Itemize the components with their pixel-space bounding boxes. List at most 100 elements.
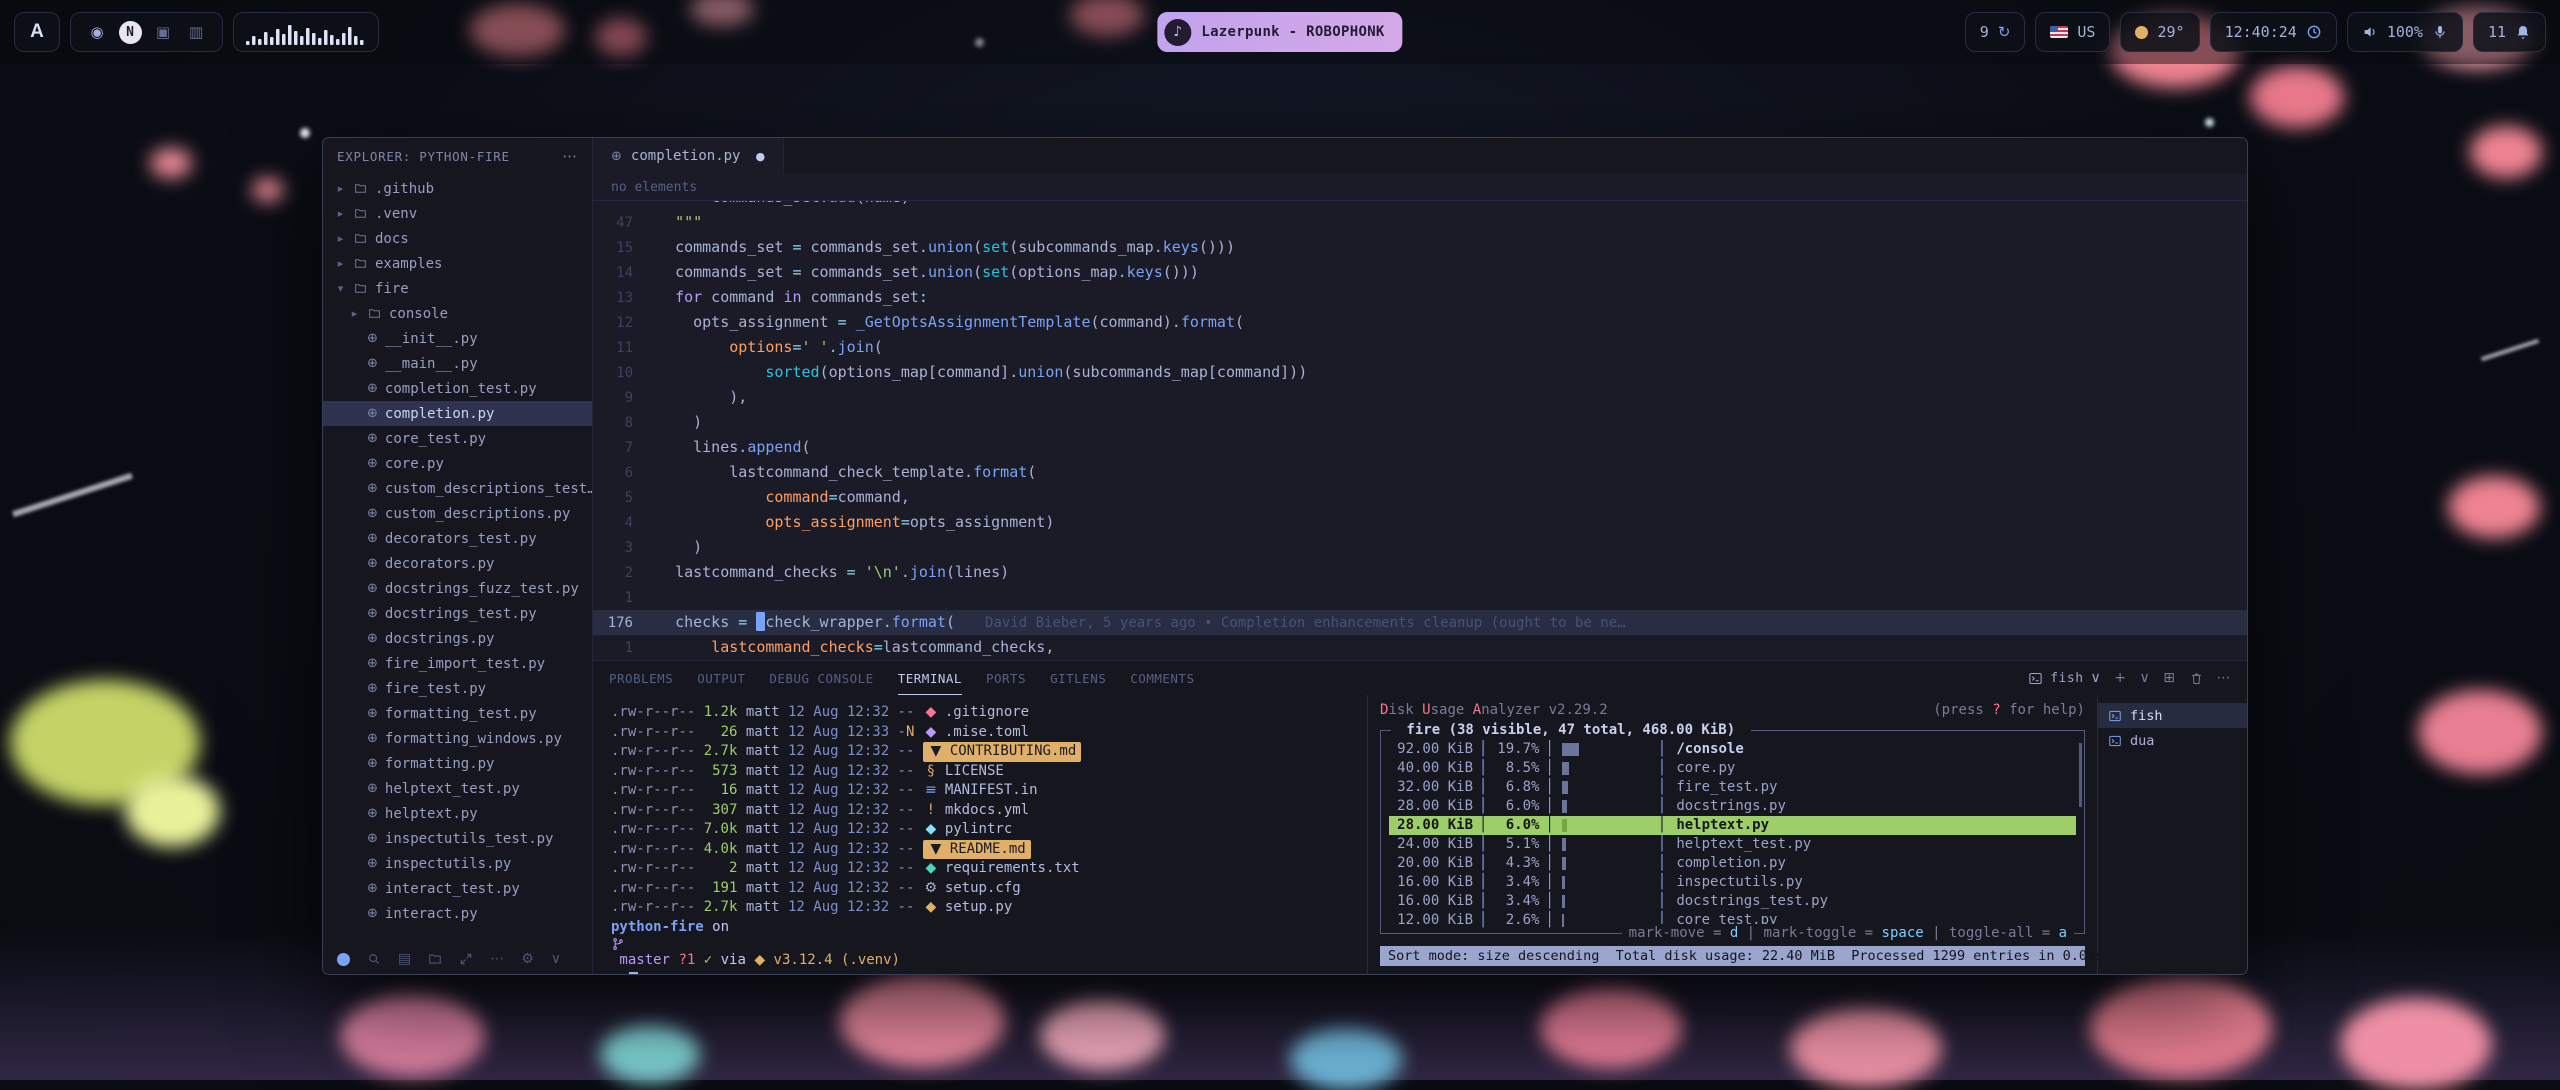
code-line[interactable]: 2 lastcommand_checks = '\n'.join(lines): [593, 560, 2247, 585]
tree-item-interact.py[interactable]: ⊕interact.py: [323, 901, 592, 926]
keyboard-layout-module[interactable]: US: [2035, 12, 2110, 52]
dua-entry-row[interactable]: 40.00 KiB│8.5%││core.py: [1389, 759, 2076, 778]
code-line[interactable]: 10 sorted(options_map[command].union(sub…: [593, 360, 2247, 385]
trash-icon[interactable]: [2189, 671, 2204, 686]
panel-tab-gitlens[interactable]: GITLENS: [1050, 661, 1106, 695]
workspace-3[interactable]: ▣: [151, 23, 175, 41]
tree-item-interact_test.py[interactable]: ⊕interact_test.py: [323, 876, 592, 901]
tree-item-custom_descriptions_test[interactable]: ⊕custom_descriptions_test…: [323, 476, 592, 501]
dua-panel[interactable]: Disk Usage Analyzer v2.29.2(press ? for …: [1367, 695, 2097, 974]
tree-item-examples[interactable]: ▸examples: [323, 251, 592, 276]
shell-prompt-line[interactable]: ›: [611, 971, 1367, 976]
tree-item-docs[interactable]: ▸docs: [323, 226, 592, 251]
code-line[interactable]: 1 lastcommand_checks=lastcommand_checks,: [593, 635, 2247, 660]
tree-item-inspectutils_test.py[interactable]: ⊕inspectutils_test.py: [323, 826, 592, 851]
dua-entry-row[interactable]: 92.00 KiB│19.7%││/console: [1389, 740, 2076, 759]
tree-item-decorators_test.py[interactable]: ⊕decorators_test.py: [323, 526, 592, 551]
dua-entry-row[interactable]: 16.00 KiB│3.4%││docstrings_test.py: [1389, 892, 2076, 911]
code-line[interactable]: 1: [593, 585, 2247, 610]
code-line[interactable]: 176 checks = check_wrapper.format(David …: [593, 610, 2247, 635]
tree-item-core.py[interactable]: ⊕core.py: [323, 451, 592, 476]
updates-module[interactable]: 9↻: [1965, 12, 2026, 52]
terminal-list-item-dua[interactable]: dua: [2098, 728, 2247, 753]
tree-item-docstrings_fuzz_test.py[interactable]: ⊕docstrings_fuzz_test.py: [323, 576, 592, 601]
code-editor[interactable]: commands_set.add(name)47 """15 commands_…: [593, 200, 2247, 660]
tree-item-__main__.py[interactable]: ⊕__main__.py: [323, 351, 592, 376]
tree-item-inspectutils.py[interactable]: ⊕inspectutils.py: [323, 851, 592, 876]
dua-entry-row[interactable]: 16.00 KiB│3.4%││inspectutils.py: [1389, 873, 2076, 892]
files-icon[interactable]: ▤: [398, 951, 411, 967]
panel-tab-debug-console[interactable]: DEBUG CONSOLE: [769, 661, 873, 695]
dua-entry-row[interactable]: 24.00 KiB│5.1%││helptext_test.py: [1389, 835, 2076, 854]
workspace-4[interactable]: ▥: [184, 23, 208, 41]
tree-item-docstrings_test.py[interactable]: ⊕docstrings_test.py: [323, 601, 592, 626]
plus-icon[interactable]: +: [2114, 670, 2126, 686]
code-line[interactable]: 11 options=' '.join(: [593, 335, 2247, 360]
audio-visualizer[interactable]: [233, 12, 379, 52]
dua-entry-row[interactable]: 20.00 KiB│4.3%││completion.py: [1389, 854, 2076, 873]
workspace-1[interactable]: ◉: [85, 23, 109, 41]
tree-item-formatting_windows.py[interactable]: ⊕formatting_windows.py: [323, 726, 592, 751]
code-line[interactable]: 3 ): [593, 535, 2247, 560]
gear-icon[interactable]: ⚙: [521, 951, 534, 967]
tree-item-.github[interactable]: ▸.github: [323, 176, 592, 201]
volume-module[interactable]: 100%: [2347, 12, 2463, 52]
tree-item-core_test.py[interactable]: ⊕core_test.py: [323, 426, 592, 451]
explorer-more-icon[interactable]: ⋯: [562, 147, 578, 165]
tree-item-fire_import_test.py[interactable]: ⊕fire_import_test.py: [323, 651, 592, 676]
terminal-list-item-fish[interactable]: fish: [2098, 703, 2247, 728]
tree-item-formatting.py[interactable]: ⊕formatting.py: [323, 751, 592, 776]
dua-scrollbar[interactable]: [2079, 743, 2082, 807]
panel-tab-output[interactable]: OUTPUT: [697, 661, 745, 695]
code-line[interactable]: 5 command=command,: [593, 485, 2247, 510]
tree-item-.venv[interactable]: ▸.venv: [323, 201, 592, 226]
code-line[interactable]: 47 """: [593, 210, 2247, 235]
media-player-pill[interactable]: ♪ Lazerpunk - ROBOPHONK: [1157, 12, 1402, 52]
code-line[interactable]: 14 commands_set = commands_set.union(set…: [593, 260, 2247, 285]
code-line[interactable]: 4 opts_assignment=opts_assignment): [593, 510, 2247, 535]
panel-tab-comments[interactable]: COMMENTS: [1130, 661, 1194, 695]
dua-entry-row[interactable]: 32.00 KiB│6.8%││fire_test.py: [1389, 778, 2076, 797]
remote-icon[interactable]: [337, 953, 350, 966]
workspace-2[interactable]: N: [118, 21, 142, 44]
tree-item-fire[interactable]: ▾fire: [323, 276, 592, 301]
code-line[interactable]: 9 ),: [593, 385, 2247, 410]
expand-icon[interactable]: [459, 952, 473, 966]
breadcrumb[interactable]: no elements: [593, 174, 2247, 200]
tree-item-formatting_test.py[interactable]: ⊕formatting_test.py: [323, 701, 592, 726]
tree-item-completion_test.py[interactable]: ⊕completion_test.py: [323, 376, 592, 401]
chevron-down-icon[interactable]: ∨: [551, 951, 561, 967]
notifications-module[interactable]: 11: [2473, 12, 2546, 52]
tab-completion-py[interactable]: ⊕ completion.py ●: [593, 138, 784, 174]
code-line[interactable]: 15 commands_set = commands_set.union(set…: [593, 235, 2247, 260]
tree-item-custom_descriptions.py[interactable]: ⊕custom_descriptions.py: [323, 501, 592, 526]
ellipsis-icon[interactable]: ⋯: [490, 951, 504, 967]
code-line[interactable]: 7 lines.append(: [593, 435, 2247, 460]
tree-item-__init__.py[interactable]: ⊕__init__.py: [323, 326, 592, 351]
clock-module[interactable]: 12:40:24: [2210, 12, 2337, 52]
tree-item-helptext_test.py[interactable]: ⊕helptext_test.py: [323, 776, 592, 801]
modified-dot-icon[interactable]: ●: [755, 150, 765, 163]
weather-module[interactable]: 29°: [2120, 12, 2199, 52]
tree-item-decorators.py[interactable]: ⊕decorators.py: [323, 551, 592, 576]
tree-item-fire_test.py[interactable]: ⊕fire_test.py: [323, 676, 592, 701]
code-line[interactable]: 12 opts_assignment = _GetOptsAssignmentT…: [593, 310, 2247, 335]
tree-item-console[interactable]: ▸console: [323, 301, 592, 326]
dua-entry-row[interactable]: 28.00 KiB│6.0%││helptext.py: [1389, 816, 2076, 835]
tree-item-docstrings.py[interactable]: ⊕docstrings.py: [323, 626, 592, 651]
dua-entry-row[interactable]: 28.00 KiB│6.0%││docstrings.py: [1389, 797, 2076, 816]
panel-tab-problems[interactable]: PROBLEMS: [609, 661, 673, 695]
code-line[interactable]: 8 ): [593, 410, 2247, 435]
panel-tab-terminal[interactable]: TERMINAL: [898, 661, 962, 695]
chevron-down-icon[interactable]: ∨: [2140, 670, 2151, 686]
tree-item-helptext.py[interactable]: ⊕helptext.py: [323, 801, 592, 826]
search-icon[interactable]: [367, 952, 381, 966]
folder-icon[interactable]: [428, 952, 442, 966]
launcher-button[interactable]: A: [14, 12, 60, 52]
code-line[interactable]: 6 lastcommand_check_template.format(: [593, 460, 2247, 485]
code-line[interactable]: commands_set.add(name): [593, 200, 2247, 210]
code-line[interactable]: 13 for command in commands_set:: [593, 285, 2247, 310]
terminal[interactable]: .rw-r--r--1.2kmatt12 Aug 12:32--◆.gitign…: [593, 695, 1367, 974]
shell-selector[interactable]: fish∨: [2028, 670, 2101, 686]
ellipsis-icon[interactable]: ⋯: [2217, 670, 2232, 686]
